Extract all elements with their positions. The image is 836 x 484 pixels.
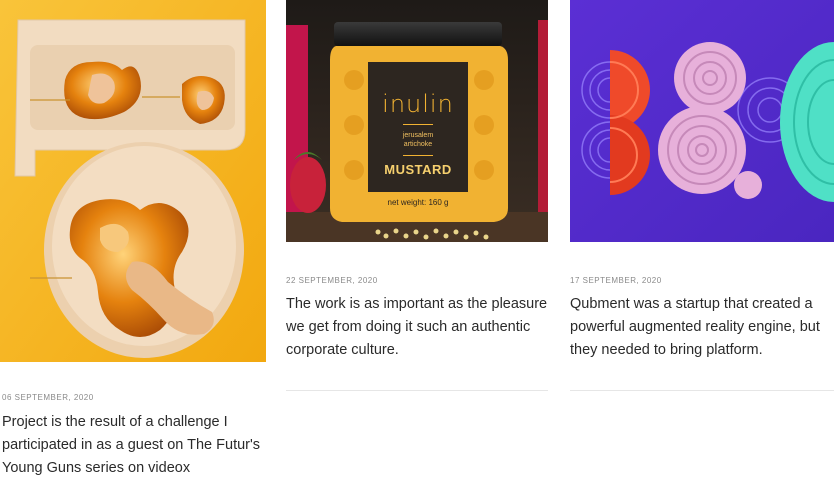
post-date: 06 SEPTEMBER, 2020: [2, 393, 94, 402]
jar-weight-strip: net weight: 160 g: [368, 192, 468, 210]
jar-subtitle: jerusalem artichoke: [402, 132, 434, 148]
jar-label: inulin jerusalem artichoke MUSTARD: [368, 62, 468, 210]
card-divider: [570, 390, 834, 391]
post-excerpt[interactable]: Project is the result of a challenge I p…: [2, 411, 264, 480]
post-date: 22 SEPTEMBER, 2020: [286, 276, 378, 285]
3d-numbers-image: [570, 0, 834, 242]
abstract-sculpture-image: [0, 0, 266, 362]
post-card-1[interactable]: 06 SEPTEMBER, 2020 Project is the result…: [0, 0, 266, 484]
post-image-3[interactable]: [570, 0, 834, 242]
post-image-2[interactable]: inulin jerusalem artichoke MUSTARD net w…: [286, 0, 548, 242]
card-divider: [286, 390, 548, 391]
post-excerpt[interactable]: The work is as important as the pleasure…: [286, 293, 548, 362]
post-excerpt[interactable]: Qubment was a startup that created a pow…: [570, 293, 834, 362]
jar-weight: net weight: 160 g: [387, 198, 449, 207]
jar-product: MUSTARD: [384, 162, 452, 177]
post-card-3[interactable]: 17 SEPTEMBER, 2020 Qubment was a startup…: [570, 0, 834, 392]
jar-brand: inulin: [382, 90, 454, 118]
post-date: 17 SEPTEMBER, 2020: [570, 276, 662, 285]
post-image-1[interactable]: [0, 0, 266, 362]
post-card-2[interactable]: inulin jerusalem artichoke MUSTARD net w…: [286, 0, 548, 392]
